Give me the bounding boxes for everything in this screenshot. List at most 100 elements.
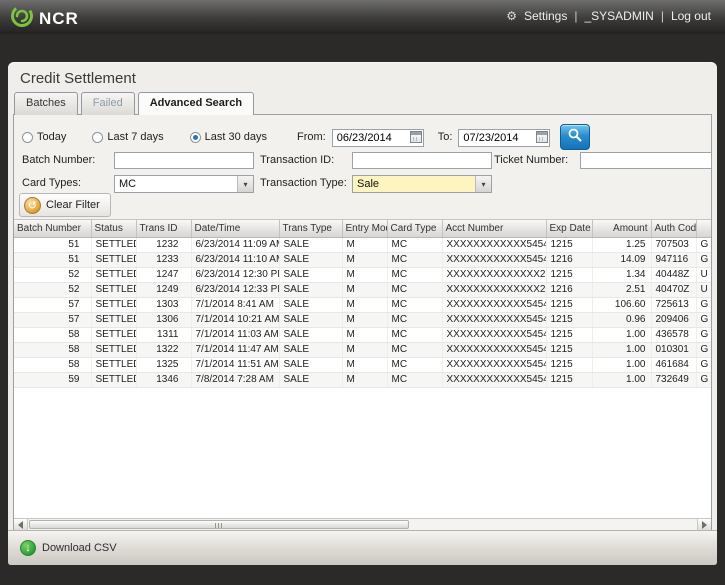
cell-card-type: MC <box>387 252 442 267</box>
cell-acct-number: XXXXXXXXXXXX5454 <box>442 357 546 372</box>
table-row[interactable]: 58 SETTLED 1325 7/1/2014 11:51 AM SALE M… <box>14 357 711 372</box>
table-row[interactable]: 52 SETTLED 1249 6/23/2014 12:33 PM SALE … <box>14 282 711 297</box>
results-table: Batch NumberStatusTrans IDDate/TimeTrans… <box>14 220 711 388</box>
cell-trans-id: 1247 <box>136 267 191 282</box>
horizontal-scrollbar[interactable] <box>14 518 711 530</box>
radio-last-7-days[interactable]: Last 7 days <box>92 131 163 143</box>
table-row[interactable]: 57 SETTLED 1303 7/1/2014 8:41 AM SALE M … <box>14 297 711 312</box>
column-header: Batch Number <box>14 220 91 237</box>
cell-card-type: MC <box>387 237 442 252</box>
scroll-left-arrow[interactable] <box>14 519 28 530</box>
calendar-icon[interactable] <box>410 131 422 143</box>
cell-trans-id: 1346 <box>136 372 191 387</box>
settings-link[interactable]: Settings <box>524 9 567 23</box>
cell-status: SETTLED <box>91 282 136 297</box>
cell-batch-number: 52 <box>14 282 91 297</box>
clear-filter-button[interactable]: ↺ Clear Filter <box>19 193 111 217</box>
logout-link[interactable]: Log out <box>671 9 711 23</box>
radio-last-30-days[interactable]: Last 30 days <box>190 131 267 143</box>
cell-extra: G <box>696 372 711 387</box>
radio-label: Last 30 days <box>205 131 267 143</box>
cell-trans-type: SALE <box>279 252 342 267</box>
username-label: _SYSADMIN <box>584 9 653 23</box>
cell-batch-number: 57 <box>14 312 91 327</box>
radio-icon <box>92 132 103 143</box>
card-types-label: Card Types: <box>22 177 81 189</box>
cell-batch-number: 58 <box>14 357 91 372</box>
selected-value: Sale <box>353 176 475 192</box>
cell-extra: G <box>696 252 711 267</box>
gear-icon: ⚙ <box>506 9 517 23</box>
card-types-select[interactable]: MC ▾ <box>114 175 254 193</box>
cell-auth-code: 010301 <box>651 342 696 357</box>
download-csv-button[interactable]: ↓ Download CSV <box>20 540 117 556</box>
cell-date-time: 7/1/2014 11:51 AM <box>191 357 279 372</box>
tab-batches[interactable]: Batches <box>14 92 78 115</box>
cell-trans-type: SALE <box>279 282 342 297</box>
scrollbar-thumb[interactable] <box>29 520 409 529</box>
selected-value: MC <box>115 176 237 192</box>
column-header: Auth Code <box>651 220 696 237</box>
from-date-field <box>332 128 424 147</box>
cell-extra: G <box>696 342 711 357</box>
cell-batch-number: 57 <box>14 297 91 312</box>
cell-card-type: MC <box>387 327 442 342</box>
cell-status: SETTLED <box>91 267 136 282</box>
table-row[interactable]: 51 SETTLED 1233 6/23/2014 11:10 AM SALE … <box>14 252 711 267</box>
clear-filter-label: Clear Filter <box>46 199 100 211</box>
table-row[interactable]: 59 SETTLED 1346 7/8/2014 7:28 AM SALE M … <box>14 372 711 387</box>
cell-acct-number: XXXXXXXXXXXXXX2205 <box>442 282 546 297</box>
cell-exp-date: 1215 <box>546 312 592 327</box>
cell-extra: G <box>696 327 711 342</box>
cell-auth-code: 707503 <box>651 237 696 252</box>
cell-trans-id: 1322 <box>136 342 191 357</box>
cell-date-time: 7/1/2014 11:47 AM <box>191 342 279 357</box>
cell-status: SETTLED <box>91 357 136 372</box>
cell-auth-code: 732649 <box>651 372 696 387</box>
tab-advanced-search[interactable]: Advanced Search <box>138 92 254 115</box>
cell-exp-date: 1215 <box>546 357 592 372</box>
filter-row-types: Card Types: MC ▾ Transaction Type: Sale … <box>14 175 711 195</box>
table-row[interactable]: 51 SETTLED 1232 6/23/2014 11:09 AM SALE … <box>14 237 711 252</box>
table-row[interactable]: 58 SETTLED 1311 7/1/2014 11:03 AM SALE M… <box>14 327 711 342</box>
table-row[interactable]: 52 SETTLED 1247 6/23/2014 12:30 PM SALE … <box>14 267 711 282</box>
cell-exp-date: 1215 <box>546 372 592 387</box>
table-row[interactable]: 58 SETTLED 1322 7/1/2014 11:47 AM SALE M… <box>14 342 711 357</box>
column-header: Entry Mode <box>342 220 387 237</box>
search-button[interactable] <box>560 124 590 150</box>
cell-auth-code: 209406 <box>651 312 696 327</box>
tab-failed[interactable]: Failed <box>81 92 135 115</box>
cell-trans-id: 1311 <box>136 327 191 342</box>
cell-date-time: 7/1/2014 8:41 AM <box>191 297 279 312</box>
header-row: Batch NumberStatusTrans IDDate/TimeTrans… <box>14 220 711 237</box>
scroll-right-arrow[interactable] <box>697 519 711 530</box>
transaction-id-input[interactable] <box>352 152 492 169</box>
cell-exp-date: 1215 <box>546 237 592 252</box>
cell-batch-number: 52 <box>14 267 91 282</box>
ticket-number-input[interactable] <box>580 152 712 169</box>
table-body: 51 SETTLED 1232 6/23/2014 11:09 AM SALE … <box>14 237 711 387</box>
filter-area: Today Last 7 days Last 30 days From: To: <box>14 115 711 219</box>
radio-label: Today <box>37 131 66 143</box>
cell-acct-number: XXXXXXXXXXXX5454 <box>442 372 546 387</box>
transaction-type-select[interactable]: Sale ▾ <box>352 175 492 193</box>
cell-trans-type: SALE <box>279 372 342 387</box>
cell-batch-number: 51 <box>14 237 91 252</box>
batch-number-label: Batch Number: <box>22 154 95 166</box>
batch-number-input[interactable] <box>114 152 254 169</box>
cell-entry-mode: M <box>342 267 387 282</box>
column-header: Card Type <box>387 220 442 237</box>
table-row[interactable]: 57 SETTLED 1306 7/1/2014 10:21 AM SALE M… <box>14 312 711 327</box>
cell-date-time: 6/23/2014 12:30 PM <box>191 267 279 282</box>
cell-trans-type: SALE <box>279 297 342 312</box>
cell-status: SETTLED <box>91 342 136 357</box>
cell-card-type: MC <box>387 357 442 372</box>
cell-acct-number: XXXXXXXXXXXX5454 <box>442 327 546 342</box>
calendar-icon[interactable] <box>536 131 548 143</box>
radio-today[interactable]: Today <box>22 131 66 143</box>
cell-auth-code: 725613 <box>651 297 696 312</box>
top-bar: NCR ⚙ Settings | _SYSADMIN | Log out <box>0 0 725 34</box>
cell-status: SETTLED <box>91 372 136 387</box>
bottom-bar: ↓ Download CSV <box>8 530 717 565</box>
cell-trans-type: SALE <box>279 327 342 342</box>
